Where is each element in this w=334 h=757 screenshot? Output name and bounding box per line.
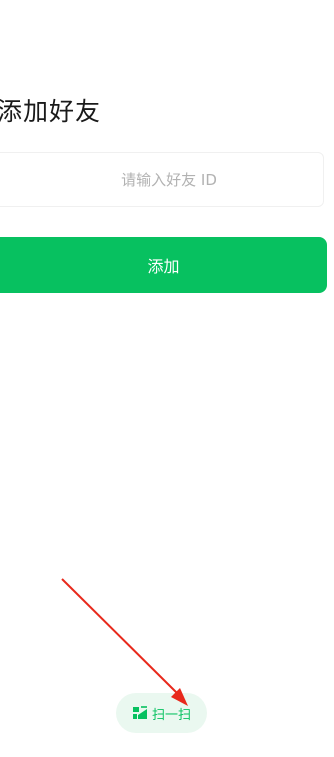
scan-qr-icon bbox=[132, 706, 148, 720]
friend-id-input[interactable] bbox=[0, 152, 324, 207]
add-button[interactable]: 添加 bbox=[0, 237, 327, 293]
scan-label: 扫一扫 bbox=[151, 707, 191, 723]
page-title: 添加好友 bbox=[0, 97, 102, 126]
scan-button[interactable]: 扫一扫 bbox=[116, 693, 207, 733]
